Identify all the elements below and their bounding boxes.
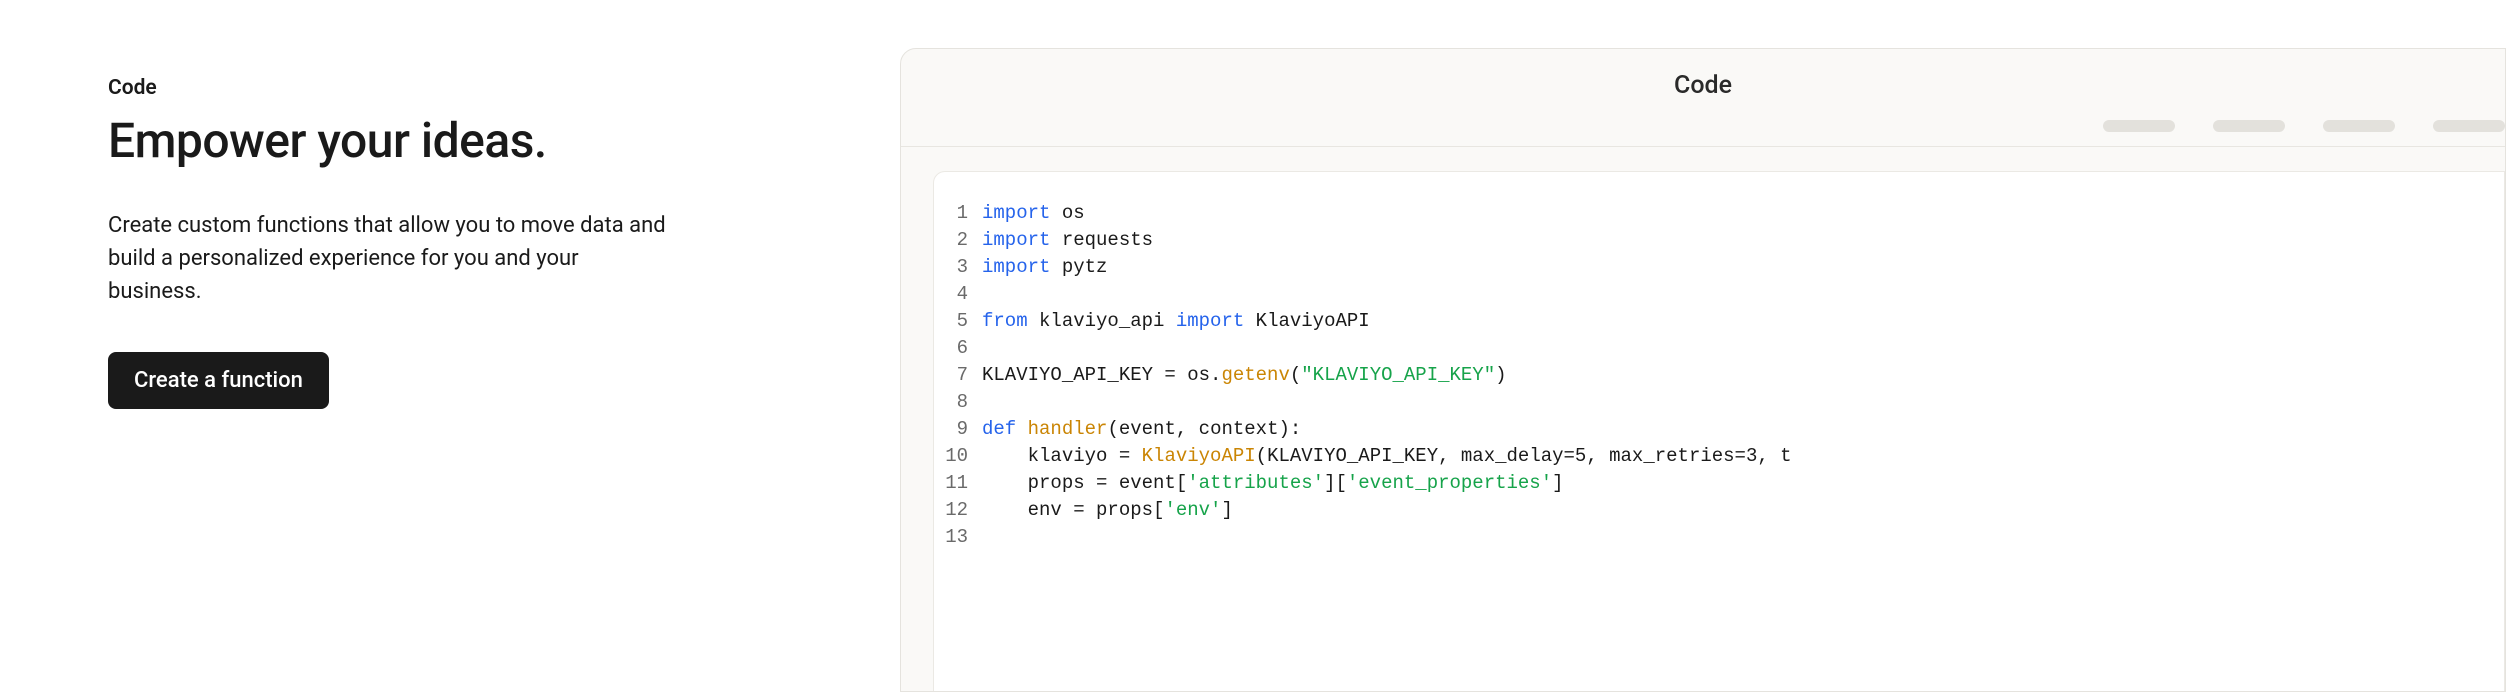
line-content: KLAVIYO_API_KEY = os.getenv("KLAVIYO_API… bbox=[982, 362, 1507, 389]
code-window: Code 1import os2import requests3import p… bbox=[900, 48, 2506, 692]
description: Create custom functions that allow you t… bbox=[108, 209, 668, 308]
code-window-header: Code bbox=[901, 49, 2505, 147]
line-number: 11 bbox=[934, 470, 982, 497]
code-body: 1import os2import requests3import pytz45… bbox=[901, 147, 2505, 692]
line-content: import pytz bbox=[982, 254, 1107, 281]
line-number: 1 bbox=[934, 200, 982, 227]
line-content: klaviyo = KlaviyoAPI(KLAVIYO_API_KEY, ma… bbox=[982, 443, 1792, 470]
code-line: 7KLAVIYO_API_KEY = os.getenv("KLAVIYO_AP… bbox=[934, 362, 2504, 389]
line-number: 13 bbox=[934, 524, 982, 551]
code-line: 10 klaviyo = KlaviyoAPI(KLAVIYO_API_KEY,… bbox=[934, 443, 2504, 470]
code-editor: 1import os2import requests3import pytz45… bbox=[933, 171, 2505, 692]
headline: Empower your ideas. bbox=[108, 112, 900, 169]
code-line: 12 env = props['env'] bbox=[934, 497, 2504, 524]
code-line: 9def handler(event, context): bbox=[934, 416, 2504, 443]
hero-text-panel: Code Empower your ideas. Create custom f… bbox=[0, 0, 900, 692]
line-content: from klaviyo_api import KlaviyoAPI bbox=[982, 308, 1370, 335]
tab-placeholder bbox=[2213, 120, 2285, 132]
code-line: 8 bbox=[934, 389, 2504, 416]
code-line: 3import pytz bbox=[934, 254, 2504, 281]
line-number: 8 bbox=[934, 389, 982, 416]
line-content: import os bbox=[982, 200, 1085, 227]
code-window-title: Code bbox=[1674, 71, 1732, 100]
code-preview-panel: Code 1import os2import requests3import p… bbox=[900, 48, 2506, 692]
line-number: 2 bbox=[934, 227, 982, 254]
line-number: 9 bbox=[934, 416, 982, 443]
code-line: 1import os bbox=[934, 200, 2504, 227]
code-line: 6 bbox=[934, 335, 2504, 362]
eyebrow-label: Code bbox=[108, 76, 900, 100]
line-number: 3 bbox=[934, 254, 982, 281]
code-lines: 1import os2import requests3import pytz45… bbox=[934, 200, 2504, 551]
code-line: 5from klaviyo_api import KlaviyoAPI bbox=[934, 308, 2504, 335]
code-line: 11 props = event['attributes']['event_pr… bbox=[934, 470, 2504, 497]
tab-placeholders bbox=[2103, 120, 2505, 132]
tab-placeholder bbox=[2103, 120, 2175, 132]
line-content: props = event['attributes']['event_prope… bbox=[982, 470, 1564, 497]
create-function-button[interactable]: Create a function bbox=[108, 352, 329, 409]
code-line: 4 bbox=[934, 281, 2504, 308]
code-line: 13 bbox=[934, 524, 2504, 551]
line-number: 7 bbox=[934, 362, 982, 389]
tab-placeholder bbox=[2433, 120, 2505, 132]
line-number: 4 bbox=[934, 281, 982, 308]
line-content: import requests bbox=[982, 227, 1153, 254]
line-number: 10 bbox=[934, 443, 982, 470]
code-line: 2import requests bbox=[934, 227, 2504, 254]
line-number: 12 bbox=[934, 497, 982, 524]
tab-placeholder bbox=[2323, 120, 2395, 132]
line-number: 6 bbox=[934, 335, 982, 362]
line-number: 5 bbox=[934, 308, 982, 335]
line-content: env = props['env'] bbox=[982, 497, 1233, 524]
line-content: def handler(event, context): bbox=[982, 416, 1301, 443]
